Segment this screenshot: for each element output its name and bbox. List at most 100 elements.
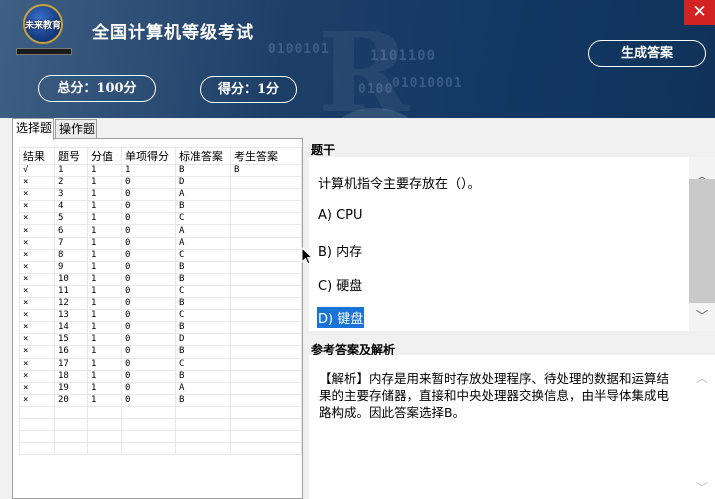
column-header-candidate-answer[interactable]: 考生答案 — [230, 147, 302, 165]
candidate-answer-cell — [230, 224, 302, 238]
value-cell: 1 — [87, 260, 122, 274]
table-row[interactable]: × 17 1 0 C — [19, 357, 302, 371]
value-cell: 1 — [87, 369, 122, 383]
close-button[interactable]: ✕ — [684, 0, 715, 25]
table-row[interactable]: √ 1 1 1 B B — [19, 163, 302, 178]
table-row[interactable]: × 13 1 0 C — [19, 309, 302, 323]
empty-cell — [19, 430, 55, 444]
result-cell: × — [19, 369, 55, 383]
column-header-value[interactable]: 分值 — [87, 147, 122, 165]
item-score-cell: 0 — [121, 345, 176, 359]
value-cell: 1 — [87, 393, 122, 407]
result-cell: × — [19, 260, 55, 274]
standard-answer-cell: C — [175, 248, 231, 262]
table-row[interactable]: × 8 1 0 C — [19, 248, 302, 262]
tab-label: 操作题 — [59, 122, 96, 136]
table-row[interactable]: × 14 1 0 B — [19, 321, 302, 335]
tab-choice-questions[interactable]: 选择题 — [12, 118, 54, 140]
results-table: 结果 题号 分值 单项得分 标准答案 考生答案 √ 1 1 1 B B × 2 1 0 D × 3 1 0 A… — [19, 147, 302, 456]
empty-cell — [87, 442, 122, 456]
standard-answer-cell: B — [175, 272, 231, 286]
item-score-cell: 0 — [121, 297, 176, 311]
result-cell: × — [19, 248, 55, 262]
item-score-cell: 0 — [121, 224, 176, 238]
empty-cell — [19, 442, 55, 456]
standard-answer-cell: A — [175, 236, 231, 250]
table-row[interactable]: × 15 1 0 D — [19, 333, 302, 347]
number-cell: 14 — [54, 321, 88, 335]
table-row[interactable]: × 11 1 0 C — [19, 284, 302, 299]
question-section-title: 题干 — [311, 143, 336, 157]
number-cell: 9 — [54, 260, 88, 274]
option-b[interactable]: B) 内存 — [317, 240, 363, 261]
result-cell: × — [19, 357, 55, 371]
option-a[interactable]: A) CPU — [317, 207, 364, 224]
number-cell: 13 — [54, 309, 88, 323]
chevron-down-icon[interactable]: ﹀ — [689, 479, 715, 496]
number-cell: 1 — [54, 163, 88, 178]
question-scrollbar[interactable]: ︿ ﹀ — [689, 157, 715, 331]
table-row[interactable]: × 20 1 0 B — [19, 393, 302, 407]
standard-answer-cell: A — [175, 381, 231, 395]
number-cell: 12 — [54, 297, 88, 311]
table-row[interactable]: × 12 1 0 B — [19, 297, 302, 311]
table-row[interactable]: × 7 1 0 A — [19, 236, 302, 250]
chevron-up-icon[interactable]: ︿ — [689, 369, 715, 386]
item-score-cell: 0 — [121, 284, 176, 299]
score-badge: 得分：1分 — [200, 76, 297, 103]
table-row[interactable]: × 6 1 0 A — [19, 224, 302, 238]
empty-cell — [87, 405, 122, 419]
empty-cell — [175, 430, 231, 444]
value-cell: 1 — [87, 163, 122, 178]
column-header-number[interactable]: 题号 — [54, 147, 88, 165]
column-header-result[interactable]: 结果 — [19, 147, 55, 165]
analysis-scrollbar[interactable]: ︿ ﹀ — [689, 355, 715, 499]
number-cell: 7 — [54, 236, 88, 250]
empty-table-row — [19, 405, 302, 419]
option-d[interactable]: D) 键盘 — [317, 307, 365, 328]
table-header-row: 结果 题号 分值 单项得分 标准答案 考生答案 — [19, 147, 302, 165]
column-header-standard-answer[interactable]: 标准答案 — [175, 147, 231, 165]
table-row[interactable]: × 4 1 0 B — [19, 200, 302, 214]
table-row[interactable]: × 19 1 0 A — [19, 381, 302, 395]
table-row[interactable]: × 3 1 0 A — [19, 188, 302, 202]
number-cell: 15 — [54, 333, 88, 347]
question-scroll-thumb[interactable] — [689, 179, 715, 303]
column-header-item-score[interactable]: 单项得分 — [121, 147, 176, 165]
candidate-answer-cell — [230, 236, 302, 250]
empty-table-row — [19, 442, 302, 456]
background-binary-4: 0100 — [358, 82, 394, 97]
item-score-cell: 1 — [121, 163, 176, 178]
candidate-answer-cell — [230, 260, 302, 274]
standard-answer-cell: B — [175, 393, 231, 407]
table-row[interactable]: × 9 1 0 B — [19, 260, 302, 274]
item-score-cell: 0 — [121, 248, 176, 262]
chevron-down-icon[interactable]: ﹀ — [689, 307, 715, 324]
standard-answer-cell: B — [175, 260, 231, 274]
value-cell: 1 — [87, 224, 122, 238]
candidate-answer-cell — [230, 309, 302, 323]
tab-operation-questions[interactable]: 操作题 — [55, 119, 97, 139]
result-cell: × — [19, 212, 55, 226]
candidate-answer-cell — [230, 357, 302, 371]
empty-cell — [230, 417, 302, 432]
question-stem: 计算机指令主要存放在（）。 — [318, 177, 481, 192]
item-score-cell: 0 — [121, 176, 176, 190]
table-row[interactable]: × 2 1 0 D — [19, 176, 302, 190]
exam-result-window: R 0100101 1101100 01010001 0100 未来教育 全国计… — [0, 0, 715, 499]
logo-emblem: 未来教育 — [23, 4, 63, 44]
item-score-cell: 0 — [121, 321, 176, 335]
table-row[interactable]: × 5 1 0 C — [19, 212, 302, 226]
result-cell: × — [19, 272, 55, 286]
generate-answer-button[interactable]: 生成答案 — [588, 40, 706, 67]
candidate-answer-cell — [230, 176, 302, 190]
empty-table-row — [19, 417, 302, 432]
empty-cell — [175, 405, 231, 419]
background-binary-2: 1101100 — [370, 48, 437, 64]
table-row[interactable]: × 10 1 0 B — [19, 272, 302, 286]
result-cell: × — [19, 236, 55, 250]
option-c[interactable]: C) 硬盘 — [317, 274, 363, 295]
table-row[interactable]: × 16 1 0 B — [19, 345, 302, 359]
result-cell: × — [19, 200, 55, 214]
table-row[interactable]: × 18 1 0 B — [19, 369, 302, 383]
